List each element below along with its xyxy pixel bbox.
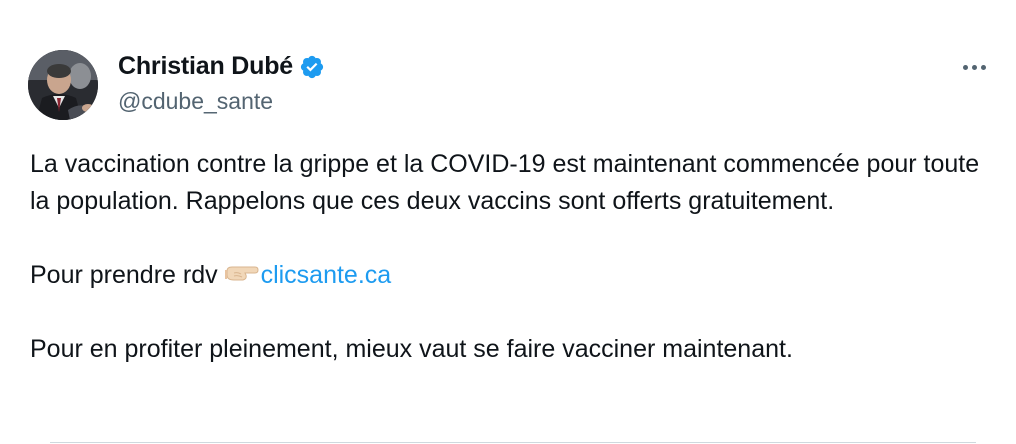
tweet-paragraph-3: Pour en profiter pleinement, mieux vaut …: [30, 335, 793, 363]
verified-badge-icon[interactable]: [299, 54, 325, 80]
backhand-index-pointing-right-icon: [224, 261, 259, 287]
avatar[interactable]: [28, 50, 98, 120]
tweet-paragraph-1: La vaccination contre la grippe et la CO…: [30, 150, 980, 215]
author-name-row[interactable]: Christian Dubé: [118, 52, 325, 81]
clicsante-link[interactable]: clicsante.ca: [261, 261, 392, 289]
author-handle[interactable]: @cdube_sante: [118, 88, 273, 115]
tweet-paragraph-2: Pour prendre rdv clicsante.ca: [30, 257, 990, 294]
appointment-prefix: Pour prendre rdv: [30, 261, 218, 289]
more-options-icon[interactable]: [956, 54, 992, 80]
tweet-text: La vaccination contre la grippe et la CO…: [30, 146, 990, 368]
divider: [50, 442, 976, 443]
tweet-card: Christian Dubé @cdube_sante La vaccinati…: [0, 0, 1016, 444]
avatar-photo-icon: [28, 50, 98, 120]
display-name[interactable]: Christian Dubé: [118, 52, 293, 81]
